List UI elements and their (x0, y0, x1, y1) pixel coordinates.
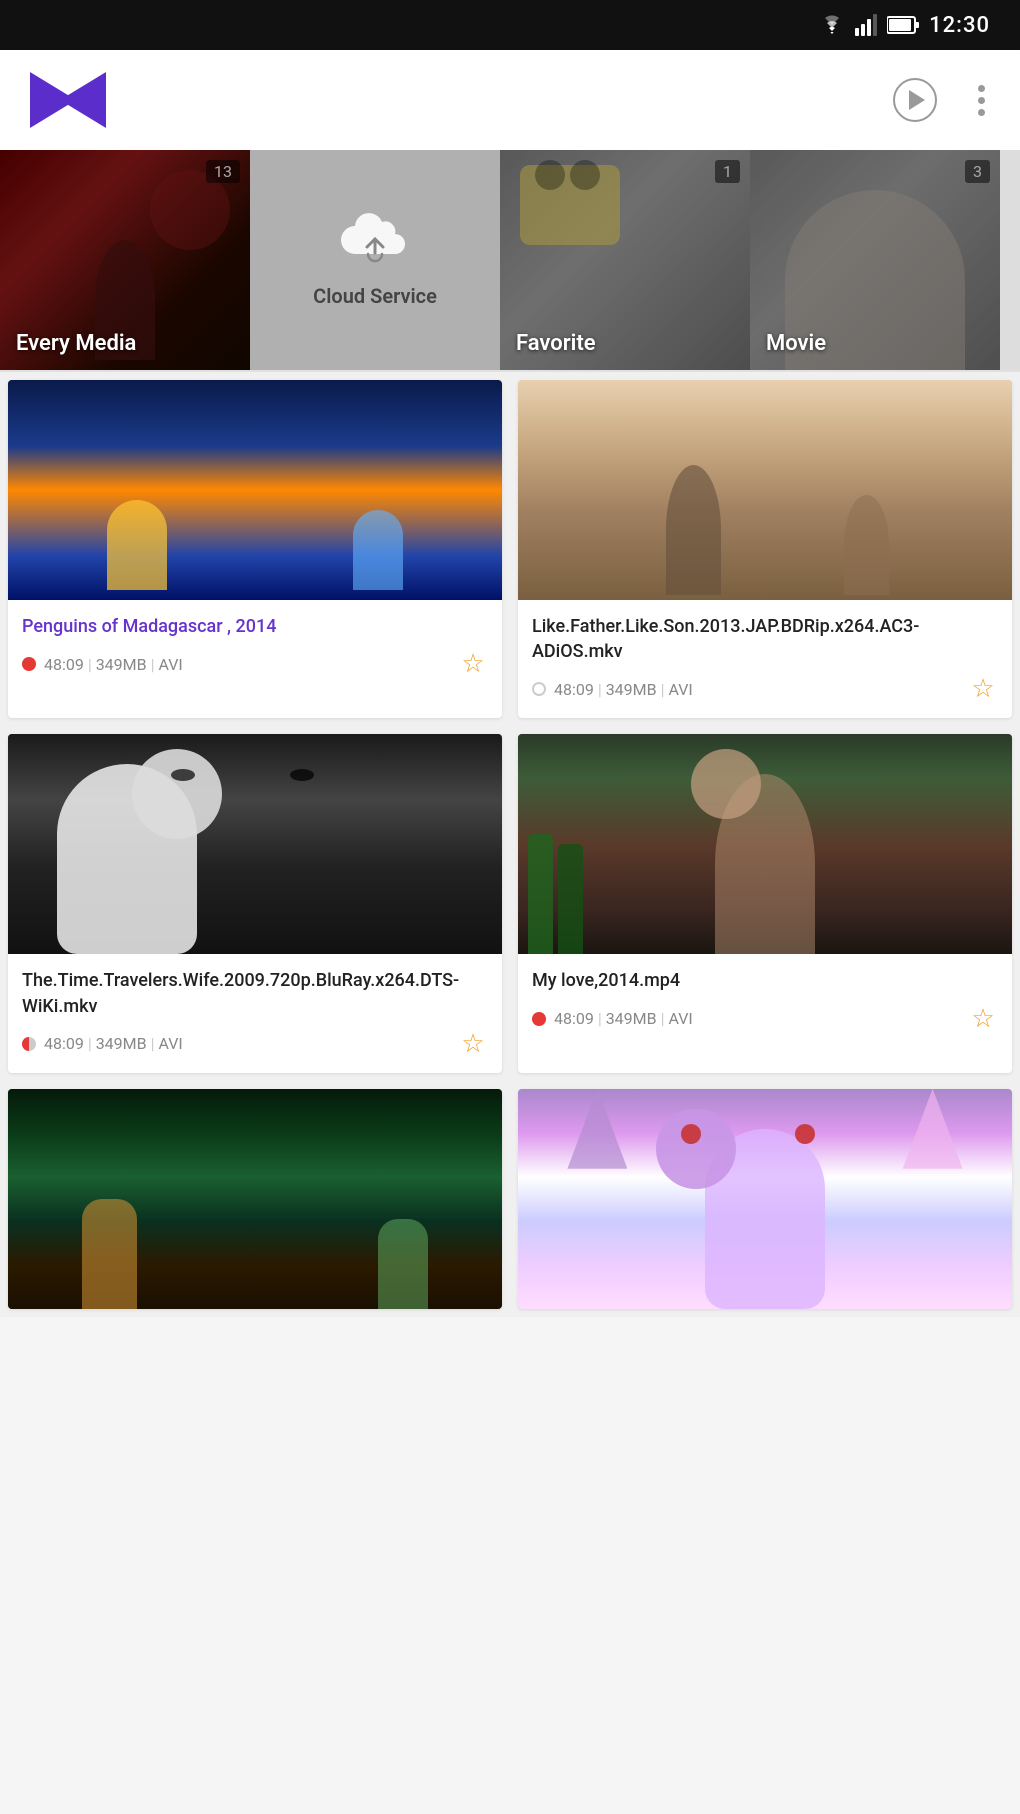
category-cloud-service[interactable]: Cloud Service (250, 150, 500, 370)
favorite-overlay: Favorite (500, 150, 750, 370)
star-icon-1[interactable]: ☆ (458, 649, 488, 679)
media-card-2[interactable]: Like.Father.Like.Son.2013.JAP.BDRip.x264… (518, 380, 1012, 718)
media-meta-1: 48:09 | 349MB | AVI ☆ (22, 649, 488, 679)
thumb-wizard (8, 1089, 502, 1309)
category-favorite[interactable]: 1 Favorite (500, 150, 750, 370)
media-info-4: My love,2014.mp4 48:09 | 349MB | AVI ☆ (518, 954, 1012, 1047)
logo-right-triangle (60, 72, 106, 128)
movie-label: Movie (766, 331, 826, 356)
cloud-icon (335, 212, 415, 276)
movie-overlay: Movie (750, 150, 1000, 370)
media-info-1: Penguins of Madagascar , 2014 48:09 | 34… (8, 600, 502, 693)
favorite-label: Favorite (516, 331, 596, 356)
header-actions (893, 78, 990, 122)
every-media-label: Every Media (16, 331, 136, 356)
media-title-1: Penguins of Madagascar , 2014 (22, 614, 488, 639)
media-card-1[interactable]: Penguins of Madagascar , 2014 48:09 | 34… (8, 380, 502, 718)
media-card-6[interactable] (518, 1089, 1012, 1309)
dot3 (978, 109, 985, 116)
meta-text-2: 48:09 | 349MB | AVI (554, 680, 960, 699)
star-icon-3[interactable]: ☆ (458, 1029, 488, 1059)
thumb-father (518, 380, 1012, 600)
media-grid: Penguins of Madagascar , 2014 48:09 | 34… (0, 372, 1020, 1317)
thumb-timewife (8, 734, 502, 954)
dot2 (978, 97, 985, 104)
media-meta-3: 48:09 | 349MB | AVI ☆ (22, 1029, 488, 1059)
progress-dot-red-1 (22, 657, 36, 671)
star-icon-2[interactable]: ☆ (968, 674, 998, 704)
logo-shape (30, 70, 110, 130)
meta-text-4: 48:09 | 349MB | AVI (554, 1009, 960, 1028)
more-options-button[interactable] (973, 80, 990, 121)
media-meta-4: 48:09 | 349MB | AVI ☆ (532, 1004, 998, 1034)
star-icon-4[interactable]: ☆ (968, 1004, 998, 1034)
play-icon (909, 90, 925, 110)
media-title-2: Like.Father.Like.Son.2013.JAP.BDRip.x264… (532, 614, 998, 664)
every-media-overlay: Every Media (0, 150, 250, 370)
category-row: 13 Every Media Cloud Service 1 Favorite (0, 150, 1020, 370)
meta-text-3: 48:09 | 349MB | AVI (44, 1034, 450, 1053)
media-title-4: My love,2014.mp4 (532, 968, 998, 993)
category-movie[interactable]: 3 Movie (750, 150, 1000, 370)
app-header (0, 50, 1020, 150)
status-icons: 12:30 (819, 13, 990, 38)
category-every-media[interactable]: 13 Every Media (0, 150, 250, 370)
media-card-5[interactable] (8, 1089, 502, 1309)
media-card-3[interactable]: The.Time.Travelers.Wife.2009.720p.BluRay… (8, 734, 502, 1072)
progress-dot-empty-2 (532, 682, 546, 696)
meta-text-1: 48:09 | 349MB | AVI (44, 655, 450, 674)
media-info-2: Like.Father.Like.Son.2013.JAP.BDRip.x264… (518, 600, 1012, 718)
thumb-penguins (8, 380, 502, 600)
status-bar: 12:30 (0, 0, 1020, 50)
status-time: 12:30 (929, 13, 990, 38)
play-button[interactable] (893, 78, 937, 122)
media-meta-2: 48:09 | 349MB | AVI ☆ (532, 674, 998, 704)
progress-dot-half-3 (22, 1037, 36, 1051)
cloud-service-label: Cloud Service (313, 284, 437, 308)
media-title-3: The.Time.Travelers.Wife.2009.720p.BluRay… (22, 968, 488, 1018)
thumb-pokemon (518, 1089, 1012, 1309)
dot1 (978, 85, 985, 92)
progress-dot-red-4 (532, 1012, 546, 1026)
battery-icon (887, 15, 919, 35)
signal-icon (855, 14, 877, 36)
app-logo (30, 70, 110, 130)
media-card-4[interactable]: My love,2014.mp4 48:09 | 349MB | AVI ☆ (518, 734, 1012, 1072)
thumb-mylove (518, 734, 1012, 954)
media-info-3: The.Time.Travelers.Wife.2009.720p.BluRay… (8, 954, 502, 1072)
wifi-icon (819, 14, 845, 36)
